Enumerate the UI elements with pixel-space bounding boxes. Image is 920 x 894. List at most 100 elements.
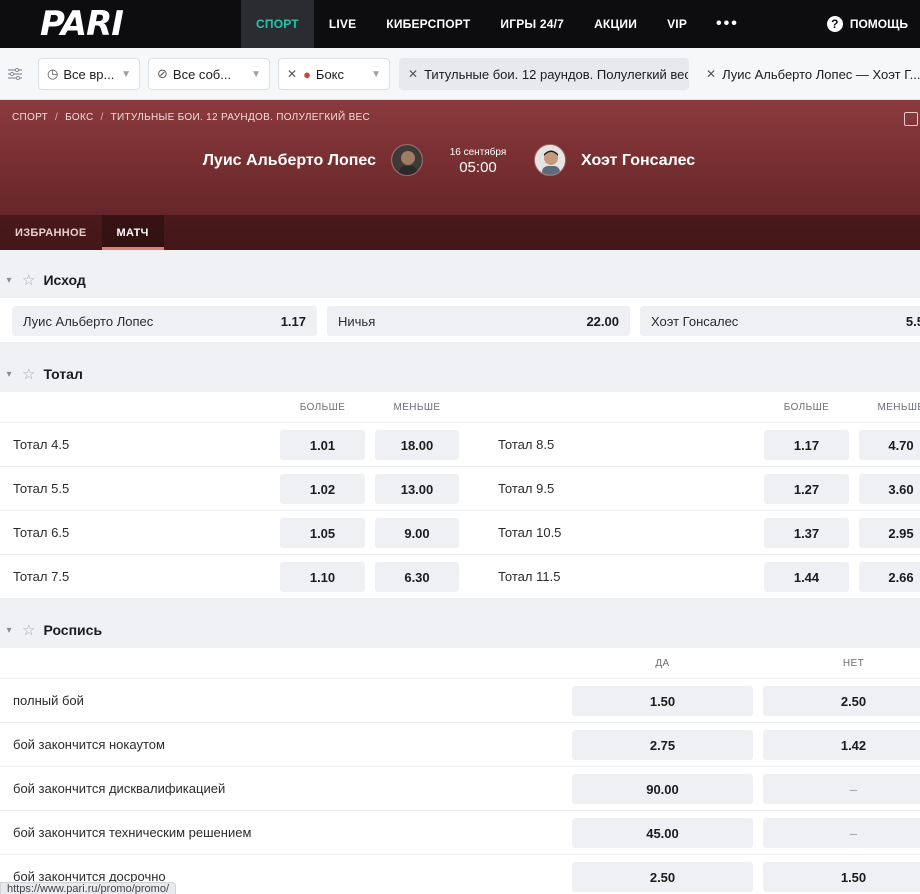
total-over-odds[interactable]: 1.10 [280, 562, 365, 592]
breadcrumb: Спорт / Бокс / Титульные бои. 12 раундов… [12, 112, 371, 123]
outcome-draw[interactable]: Ничья 22.00 [327, 306, 630, 336]
card-no-odds[interactable]: 2.50 [763, 686, 920, 716]
card-row-label: бой закончится техническим решением [13, 825, 252, 840]
outcome-section: Луис Альберто Лопес 1.17 Ничья 22.00 Хоэ… [0, 298, 920, 342]
tab-favorites[interactable]: Избранное [0, 215, 102, 250]
time-filter-label: Все вр... [63, 66, 115, 82]
match-filter[interactable]: ✕ Луис Альберто Лопес — Хоэт Г... [697, 58, 920, 90]
total-over-odds[interactable]: 1.02 [280, 474, 365, 504]
breadcrumb-boxing[interactable]: Бокс [65, 112, 93, 123]
card-yes-odds[interactable]: 45.00 [572, 818, 753, 848]
statistics-icon[interactable] [904, 112, 918, 126]
tournament-filter-label: Титульные бои. 12 раундов. Полулегкий ве… [424, 66, 689, 82]
clock-icon: ◷ [47, 66, 59, 81]
events-filter-label: Все соб... [172, 66, 232, 82]
close-icon[interactable]: ✕ [408, 67, 418, 81]
close-icon[interactable]: ✕ [706, 67, 716, 81]
filter-bar: ◷ Все вр... ▼ ⊘ Все соб... ▼ ✕ ● Бокс ▼ … [0, 48, 920, 100]
question-icon: ? [826, 16, 843, 32]
outcome-section-header[interactable]: ▾ ☆ Исход [0, 256, 920, 304]
team2-avatar [534, 144, 566, 176]
more-menu-button[interactable]: ••• [702, 0, 753, 48]
help-label: Помощь [849, 17, 908, 31]
close-icon[interactable]: ✕ [287, 67, 297, 81]
card-row-label: полный бой [13, 693, 84, 708]
total-over-odds[interactable]: 1.37 [764, 518, 849, 548]
match-tabs: Избранное Матч [0, 215, 920, 250]
time-filter[interactable]: ◷ Все вр... ▼ [38, 58, 140, 90]
total-under-odds[interactable]: 9.00 [375, 518, 459, 548]
card-yes-odds[interactable]: 2.50 [572, 862, 753, 892]
boxing-glove-icon: ● [303, 66, 311, 82]
nav-item-vip[interactable]: VIP [652, 0, 702, 48]
events-filter[interactable]: ⊘ Все соб... ▼ [148, 58, 270, 90]
team1-name: Луис Альберто Лопес [202, 152, 376, 169]
sliders-icon [8, 68, 22, 80]
col-under: Меньше [877, 402, 920, 413]
card-yes-odds[interactable]: 90.00 [572, 774, 753, 804]
total-over-odds[interactable]: 1.05 [280, 518, 365, 548]
card-no-odds: – [763, 774, 920, 804]
outcome-team2[interactable]: Хоэт Гонсалес 5.5 [640, 306, 920, 336]
nav-item-sport[interactable]: Спорт [241, 0, 314, 48]
total-under-odds[interactable]: 2.95 [859, 518, 920, 548]
total-under-odds[interactable]: 13.00 [375, 474, 459, 504]
total-over-odds[interactable]: 1.44 [764, 562, 849, 592]
outcome-label: Хоэт Гонсалес [651, 313, 739, 329]
total-under-odds[interactable]: 6.30 [375, 562, 459, 592]
tab-match[interactable]: Матч [101, 215, 164, 250]
nav-item-promos[interactable]: Акции [579, 0, 652, 48]
total-section: Больше Меньше Больше Меньше Тотал 4.5 1.… [0, 392, 920, 598]
total-row-label: Тотал 5.5 [13, 481, 70, 496]
help-button[interactable]: ? Помощь [826, 0, 908, 48]
outcome-odds: 1.17 [280, 313, 306, 329]
chevron-down-icon: ▼ [121, 68, 131, 80]
total-under-odds[interactable]: 2.66 [859, 562, 920, 592]
compass-icon: ⊘ [157, 66, 168, 81]
tournament-filter[interactable]: ✕ Титульные бои. 12 раундов. Полулегкий … [399, 58, 689, 90]
total-over-odds[interactable]: 1.27 [764, 474, 849, 504]
filter-settings-button[interactable] [0, 58, 30, 90]
team2-name: Хоэт Гонсалес [581, 152, 696, 169]
nav-items: Спорт Live Киберспорт Игры 24/7 Акции VI… [241, 0, 753, 48]
total-section-header[interactable]: ▾ ☆ Тотал [0, 350, 920, 398]
col-no: Нет [842, 658, 865, 669]
match-time: 05:00 [459, 159, 497, 176]
breadcrumb-tournament[interactable]: Титульные бои. 12 раундов. Полулегкий ве… [111, 112, 370, 123]
card-no-odds[interactable]: 1.50 [763, 862, 920, 892]
chevron-down-icon: ▼ [371, 68, 381, 80]
total-row-label: Тотал 4.5 [13, 437, 70, 452]
nav-item-esports[interactable]: Киберспорт [371, 0, 485, 48]
breadcrumb-sport[interactable]: Спорт [12, 112, 48, 123]
card-yes-odds[interactable]: 1.50 [572, 686, 753, 716]
outcome-team1[interactable]: Луис Альберто Лопес 1.17 [12, 306, 317, 336]
outcome-title: Исход [43, 272, 86, 288]
chevron-down-icon[interactable]: ▾ [0, 625, 18, 636]
star-icon[interactable]: ☆ [22, 271, 35, 289]
logo-text: PARI [40, 4, 124, 44]
chevron-down-icon[interactable]: ▾ [0, 369, 18, 380]
star-icon[interactable]: ☆ [22, 621, 35, 639]
card-no-odds[interactable]: 1.42 [763, 730, 920, 760]
total-under-odds[interactable]: 18.00 [375, 430, 459, 460]
star-icon[interactable]: ☆ [22, 365, 35, 383]
chevron-down-icon[interactable]: ▾ [0, 275, 18, 286]
nav-item-live[interactable]: Live [314, 0, 371, 48]
total-over-odds[interactable]: 1.01 [280, 430, 365, 460]
total-row-label: Тотал 8.5 [498, 437, 555, 452]
col-yes: Да [655, 658, 670, 669]
total-under-odds[interactable]: 4.70 [859, 430, 920, 460]
pari-logo[interactable]: PARI [40, 4, 124, 44]
match-filter-label: Луис Альберто Лопес — Хоэт Г... [722, 66, 920, 82]
total-under-odds[interactable]: 3.60 [859, 474, 920, 504]
sport-filter[interactable]: ✕ ● Бокс ▼ [278, 58, 390, 90]
sport-filter-label: Бокс [315, 66, 345, 82]
total-row-label: Тотал 6.5 [13, 525, 70, 540]
card-row-label: бой закончится дисквалификацией [13, 781, 226, 796]
status-bar-url: https://www.pari.ru/promo/promo/ [0, 882, 177, 894]
col-over: Больше [299, 402, 346, 413]
card-yes-odds[interactable]: 2.75 [572, 730, 753, 760]
total-over-odds[interactable]: 1.17 [764, 430, 849, 460]
card-section-header[interactable]: ▾ ☆ Роспись [0, 606, 920, 654]
nav-item-games[interactable]: Игры 24/7 [485, 0, 579, 48]
